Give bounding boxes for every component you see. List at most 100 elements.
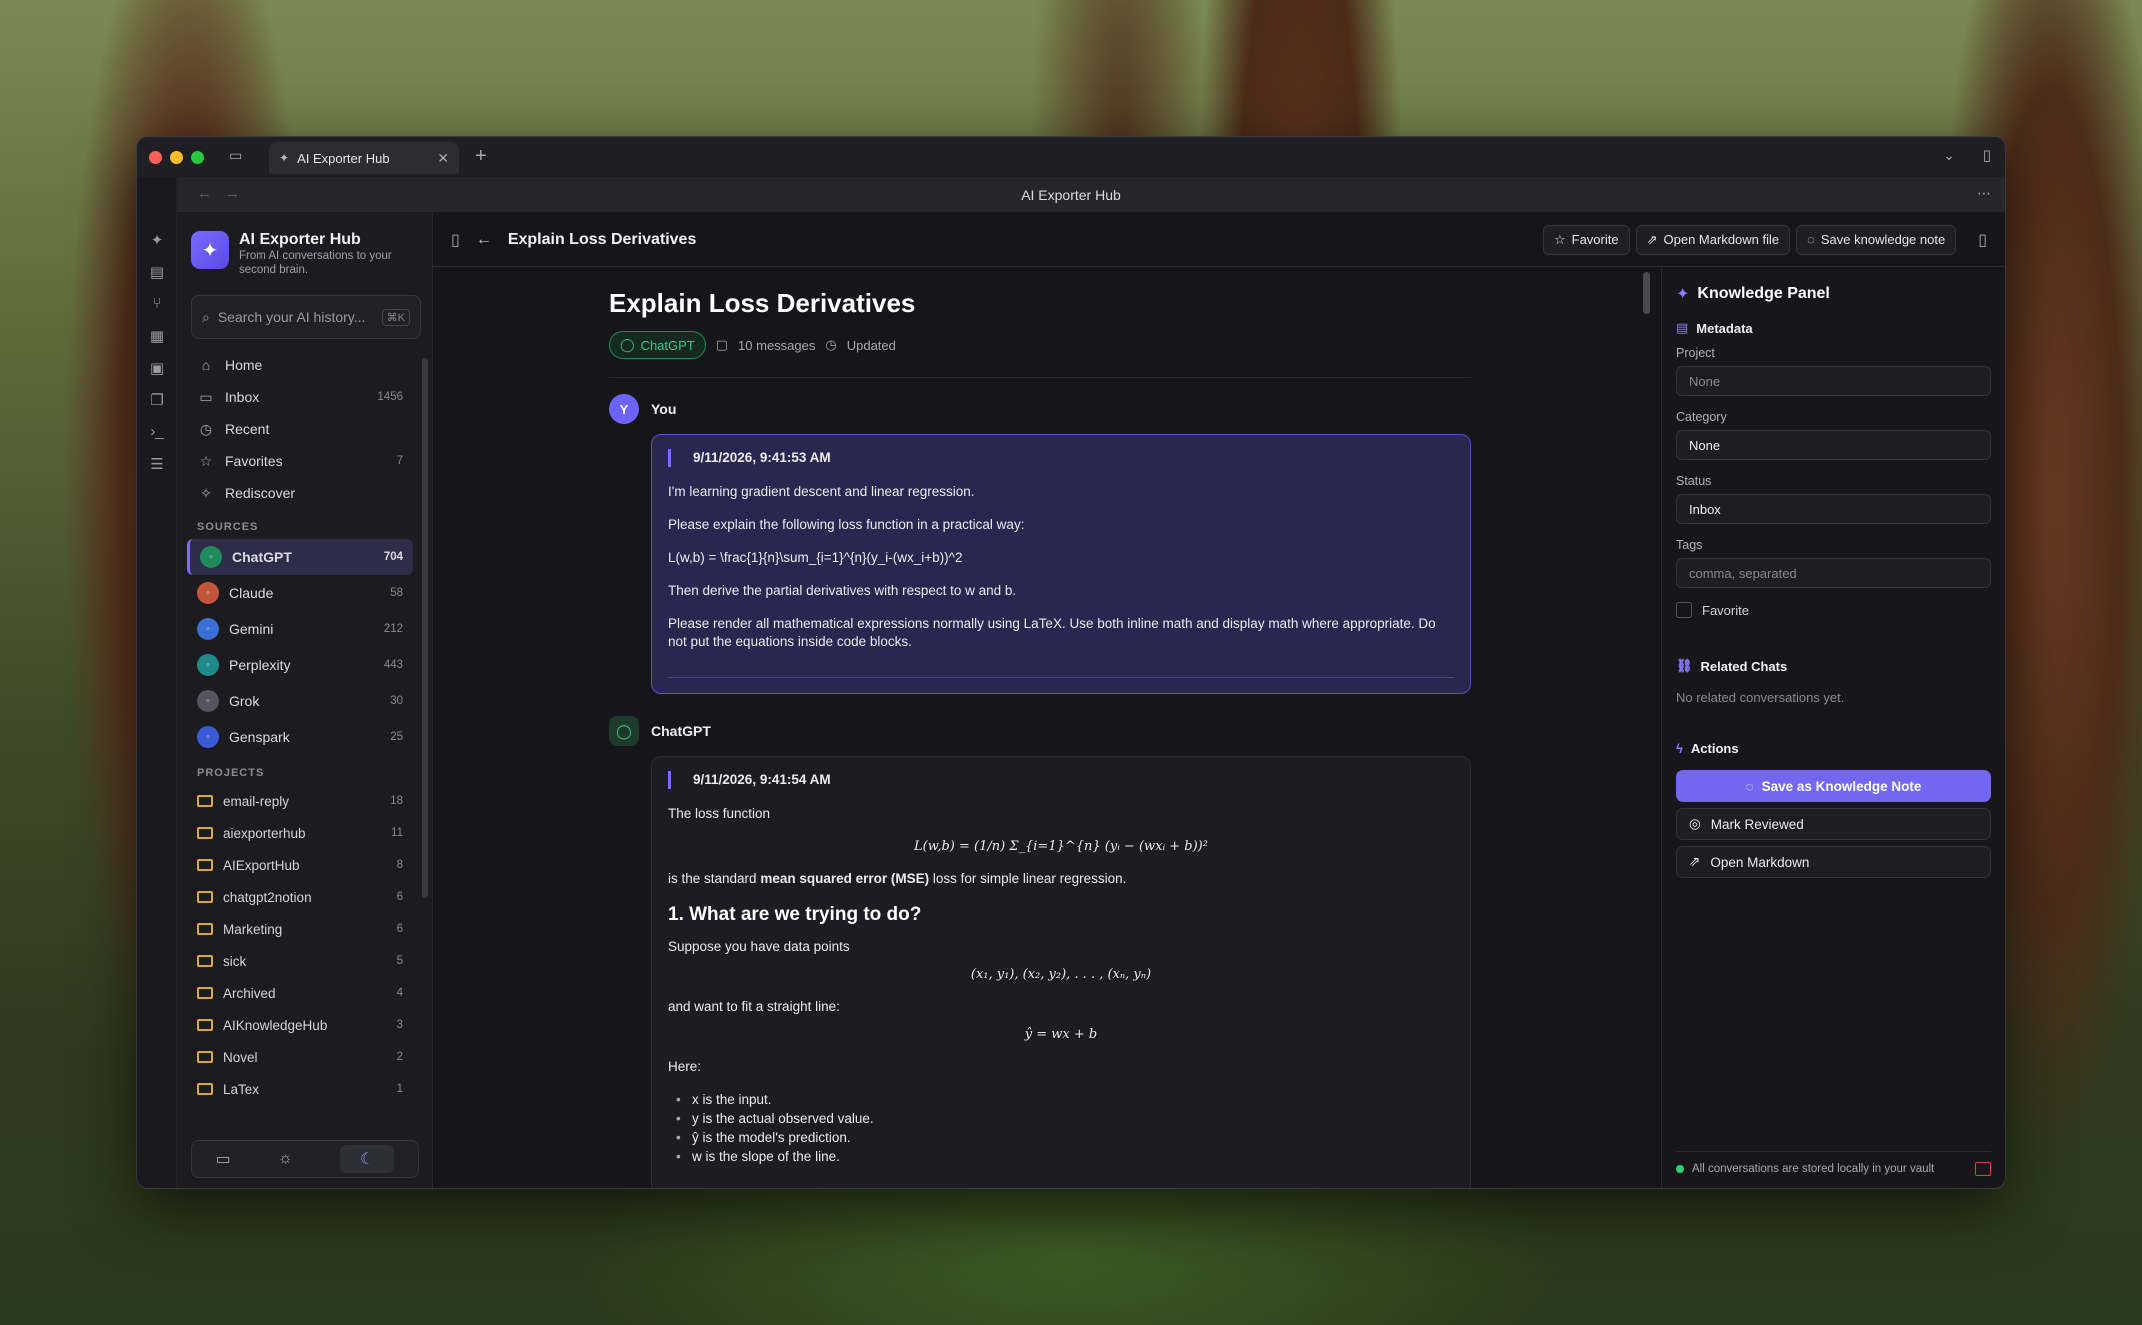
document-icon[interactable]: ▤ [148, 263, 166, 281]
forward-arrow-icon[interactable]: → [225, 185, 240, 202]
list-icon[interactable]: ☰ [148, 455, 166, 473]
source-item-chatgpt[interactable]: ◦ ChatGPT 704 [187, 539, 413, 575]
status-select[interactable]: Inbox [1676, 494, 1991, 524]
copy-icon[interactable]: ❐ [148, 391, 166, 409]
terminal-icon[interactable]: ›_ [148, 423, 166, 441]
project-item[interactable]: LaTex 1 [187, 1073, 413, 1105]
project-item-count: 6 [396, 923, 403, 935]
lightbulb-icon: ◌ [1745, 778, 1754, 794]
chevron-down-icon[interactable]: ⌄ [1943, 147, 1955, 164]
gemini-icon: ◦ [197, 618, 219, 640]
content-scrollbar[interactable] [1643, 272, 1650, 314]
maximize-window-button[interactable] [191, 150, 204, 164]
panel-toggle-icon[interactable]: ▯ [1983, 146, 1991, 164]
lightbulb-icon: ◌ [1807, 232, 1815, 247]
sidebar-toggle-icon[interactable]: ▭ [229, 147, 242, 164]
monitor-icon[interactable]: ▭ [216, 1149, 231, 1169]
save-knowledge-note-button[interactable]: ◌ Save knowledge note [1796, 224, 1957, 255]
knowledge-panel: ✦ Knowledge Panel ▤ Metadata Project None … [1661, 268, 2005, 1188]
nav-item-rediscover[interactable]: ✧ Rediscover [187, 477, 413, 509]
grid-icon[interactable]: ▦ [148, 327, 166, 345]
project-item[interactable]: aiexporterhub 11 [187, 817, 413, 849]
conversation-content: Explain Loss Derivatives ◯ ChatGPT ▢ 10 me… [433, 268, 1669, 1188]
extension-rail: ✦ ▤ ⑂ ▦ ▣ ❐ ›_ ☰ [137, 177, 177, 1188]
sidebar-scrollbar[interactable] [422, 358, 428, 898]
address-bar[interactable]: ← → AI Exporter Hub ⋯ [137, 177, 2005, 213]
save-knowledge-label: Save as Knowledge Note [1761, 778, 1922, 794]
source-badge-label: ChatGPT [640, 337, 695, 353]
project-item[interactable]: chatgpt2notion 6 [187, 881, 413, 913]
source-item-genspark[interactable]: ◦ Genspark 25 [187, 719, 413, 755]
search-icon: ⌕ [202, 308, 210, 325]
close-tab-icon[interactable]: ✕ [437, 150, 449, 167]
project-item[interactable]: Marketing 6 [187, 913, 413, 945]
back-arrow-icon[interactable]: ← [476, 231, 492, 249]
folder-icon [197, 955, 213, 967]
metadata-label: Metadata [1696, 320, 1753, 336]
project-item-count: 6 [396, 891, 403, 903]
source-item-count: 704 [383, 551, 403, 563]
open-markdown-button[interactable]: ⇗ Open Markdown [1676, 846, 1991, 878]
star-icon: ☆ [1553, 231, 1566, 247]
sun-icon[interactable]: ☼ [278, 1150, 293, 1168]
source-item-label: Claude [229, 585, 274, 601]
project-field[interactable]: None [1676, 366, 1991, 396]
checkbox-box[interactable] [1676, 602, 1692, 618]
nav-item-count: 7 [396, 455, 403, 467]
moon-icon[interactable]: ☾ [340, 1145, 395, 1173]
section-heading: 1. What are we trying to do? [668, 904, 922, 925]
clock-icon: ◷ [199, 420, 213, 437]
new-tab-icon[interactable]: + [475, 145, 487, 168]
project-item[interactable]: AIExportHub 8 [187, 849, 413, 881]
tags-input[interactable]: comma, separated [1676, 558, 1991, 588]
project-item-label: aiexporterhub [223, 825, 306, 841]
source-item-claude[interactable]: ◦ Claude 58 [187, 575, 413, 611]
search-shortcut: ⌘K [381, 308, 410, 326]
paragraph: Please render all mathematical expressio… [668, 616, 1436, 649]
save-knowledge-note-button[interactable]: ◌ Save as Knowledge Note [1676, 770, 1991, 802]
app-logo-icon: ✦ [191, 231, 229, 269]
project-item-count: 1 [396, 1083, 403, 1095]
nav-item-recent[interactable]: ◷ Recent [187, 413, 413, 445]
external-link-icon: ⇗ [1646, 231, 1658, 247]
source-item-perplexity[interactable]: ◦ Perplexity 443 [187, 647, 413, 683]
debug-icon[interactable] [1975, 1162, 1991, 1176]
favorite-button[interactable]: ☆ Favorite [1542, 224, 1630, 255]
close-window-button[interactable] [149, 150, 162, 164]
project-item[interactable]: AIKnowledgeHub 3 [187, 1009, 413, 1041]
minimize-window-button[interactable] [170, 150, 183, 164]
sidebar: ✦ AI Exporter Hub From AI conversations … [177, 213, 433, 1188]
calendar-icon[interactable]: ▣ [148, 359, 166, 377]
search-input[interactable]: ⌕ Search your AI history... ⌘K [191, 295, 421, 339]
source-badge[interactable]: ◯ ChatGPT [609, 331, 706, 359]
source-item-count: 30 [390, 695, 403, 707]
metadata-heading: ▤ Metadata [1676, 320, 1991, 336]
sidebar-collapse-icon[interactable]: ▯ [451, 230, 460, 250]
open-markdown-file-button[interactable]: ⇗ Open Markdown file [1635, 224, 1791, 255]
nav-item-favorites[interactable]: ☆ Favorites 7 [187, 445, 413, 477]
branch-icon[interactable]: ⑂ [148, 295, 166, 313]
chatgpt-icon: ◦ [200, 546, 222, 568]
favorite-checkbox[interactable]: Favorite [1676, 602, 1991, 618]
source-item-gemini[interactable]: ◦ Gemini 212 [187, 611, 413, 647]
project-item[interactable]: Novel 2 [187, 1041, 413, 1073]
brand: ✦ AI Exporter Hub From AI conversations … [191, 231, 409, 277]
message-icon: ▢ [715, 337, 729, 352]
project-item-label: LaTex [223, 1081, 260, 1097]
list-item: x is the input. [668, 1091, 1454, 1109]
text: loss for simple linear regression. [929, 871, 1127, 886]
project-item[interactable]: sick 5 [187, 945, 413, 977]
back-arrow-icon[interactable]: ← [197, 185, 212, 202]
project-item[interactable]: Archived 4 [187, 977, 413, 1009]
mark-reviewed-button[interactable]: ◎ Mark Reviewed [1676, 808, 1991, 840]
app-logo-icon[interactable]: ✦ [148, 231, 166, 249]
source-item-grok[interactable]: ◦ Grok 30 [187, 683, 413, 719]
nav-item-home[interactable]: ⌂ Home [187, 349, 413, 381]
category-select[interactable]: None [1676, 430, 1991, 460]
project-item-count: 3 [396, 1019, 403, 1031]
nav-item-inbox[interactable]: ▭ Inbox 1456 [187, 381, 413, 413]
browser-tab[interactable]: ✦ AI Exporter Hub ✕ [269, 142, 459, 174]
more-options-icon[interactable]: ⋯ [1977, 185, 1991, 202]
project-item[interactable]: email-reply 18 [187, 785, 413, 817]
panel-toggle-icon[interactable]: ▯ [1978, 230, 1987, 250]
